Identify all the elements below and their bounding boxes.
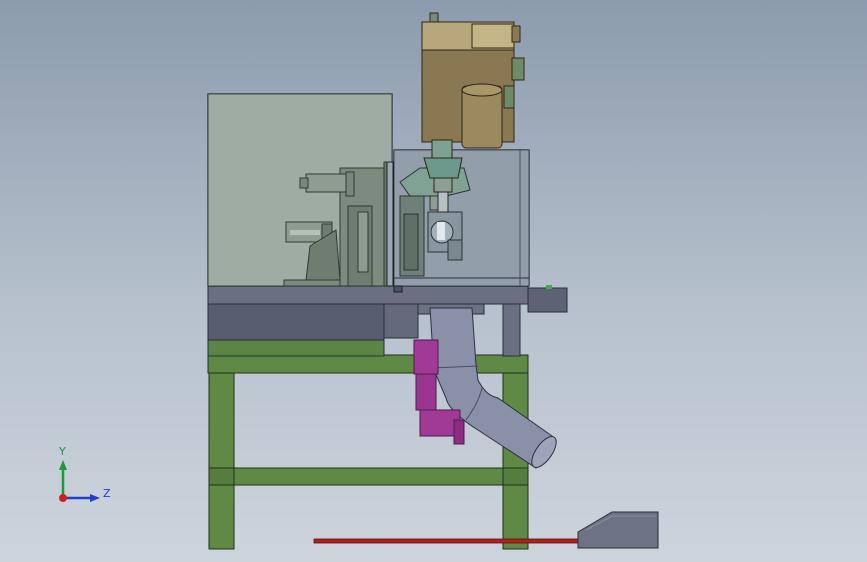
discharge-pipe <box>429 307 557 469</box>
side-bracket <box>527 287 568 313</box>
machine-bed <box>207 285 568 357</box>
floor-items <box>313 511 659 549</box>
floor-hopper <box>577 511 659 549</box>
frame-right-leg <box>502 372 529 550</box>
frame-left-leg <box>208 372 235 550</box>
machine-drawing: Y Z <box>58 12 659 550</box>
z-axis-label: Z <box>103 487 111 500</box>
frame-top-rail <box>207 354 529 374</box>
cad-viewport[interactable]: Y Z <box>0 0 867 562</box>
axis-triad[interactable]: Y Z <box>58 445 111 502</box>
floor-rail <box>313 538 585 544</box>
feeder-motor <box>305 173 349 193</box>
magenta-bracket-upper <box>413 339 439 375</box>
frame-cross-rail <box>233 467 504 486</box>
x-axis-dot <box>59 494 67 502</box>
bed-top-plate <box>207 285 529 305</box>
motor-coupling <box>423 157 463 179</box>
triad-plane <box>62 470 90 498</box>
y-axis-label: Y <box>58 445 66 458</box>
